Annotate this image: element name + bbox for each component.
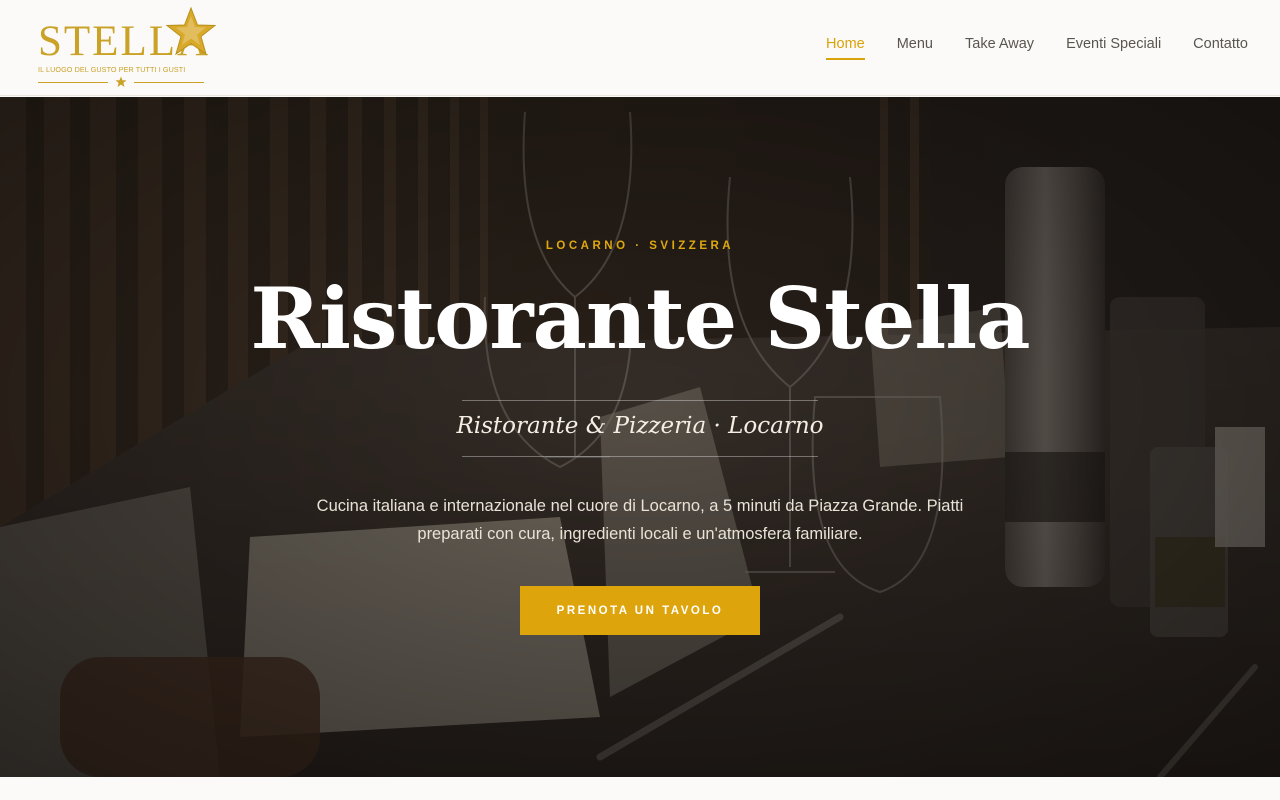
- site-header: STELLA IL LUOGO DEL GUSTO PER TUTTI I GU…: [0, 0, 1280, 96]
- hero-section: LOCARNO · SVIZZERA Ristorante Stella Ris…: [0, 97, 1280, 777]
- hero-divider-bottom: [462, 456, 818, 457]
- nav-home[interactable]: Home: [826, 36, 865, 60]
- logo-star-icon: [165, 6, 217, 56]
- main-nav: Home Menu Take Away Eventi Speciali Cont…: [826, 36, 1248, 60]
- hero-subtitle: Ristorante & Pizzeria · Locarno: [456, 413, 824, 439]
- logo-small-star-icon: [115, 76, 127, 87]
- nav-contatto[interactable]: Contatto: [1193, 36, 1248, 60]
- logo[interactable]: STELLA IL LUOGO DEL GUSTO PER TUTTI I GU…: [38, 6, 218, 92]
- hero-title: Ristorante Stella: [250, 269, 1030, 368]
- nav-menu[interactable]: Menu: [897, 36, 933, 60]
- reserve-table-button[interactable]: PRENOTA UN TAVOLO: [520, 586, 760, 635]
- logo-divider: [38, 82, 108, 83]
- hero-description: Cucina italiana e internazionale nel cuo…: [316, 497, 964, 543]
- hero-content: LOCARNO · SVIZZERA Ristorante Stella Ris…: [0, 97, 1280, 777]
- logo-divider: [134, 82, 204, 83]
- nav-eventi-speciali[interactable]: Eventi Speciali: [1066, 36, 1161, 60]
- hero-location-kicker: LOCARNO · SVIZZERA: [545, 240, 735, 252]
- hero-divider-top: [462, 400, 818, 401]
- logo-tagline: IL LUOGO DEL GUSTO PER TUTTI I GUSTI: [38, 65, 186, 74]
- nav-take-away[interactable]: Take Away: [965, 36, 1034, 60]
